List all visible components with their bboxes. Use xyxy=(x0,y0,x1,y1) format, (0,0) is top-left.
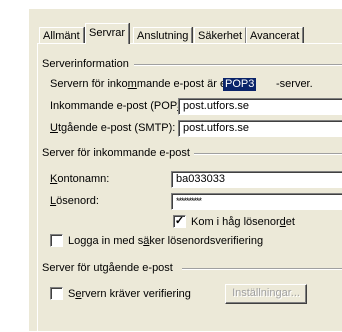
tab-servers[interactable]: Servrar xyxy=(85,23,130,44)
requires-auth-label: Servern kräver verifiering xyxy=(68,288,191,300)
tab-connection[interactable]: Anslutning xyxy=(133,27,193,44)
password-label: Lösenord: xyxy=(50,195,99,207)
tab-advanced[interactable]: Avancerat xyxy=(246,27,304,44)
settings-button[interactable]: Inställningar... xyxy=(225,284,307,304)
tab-general[interactable]: Allmänt xyxy=(39,27,84,44)
account-name-label: Kontonamn: xyxy=(50,173,110,185)
divider xyxy=(134,64,342,66)
divider xyxy=(194,153,342,155)
incoming-server-input[interactable]: post.utfors.se xyxy=(178,98,342,115)
incoming-server-label: Inkommande e-post (POP3): xyxy=(50,100,190,112)
account-properties-window: Allmänt Servrar Anslutning Säkerhet Avan… xyxy=(28,8,342,332)
remember-password-checkbox[interactable]: ✓ xyxy=(173,215,186,228)
incoming-type-value[interactable]: POP3 xyxy=(223,78,257,91)
remember-password-label: Kom i håg lösenordet xyxy=(191,216,295,228)
outgoing-section-heading: Server för utgående e-post xyxy=(42,262,173,274)
divider xyxy=(182,268,342,270)
password-input[interactable]: ********** xyxy=(171,193,342,210)
incoming-section-heading: Server för inkommande e-post xyxy=(42,147,190,159)
account-name-input[interactable]: ba033033 xyxy=(171,171,342,188)
secure-password-checkbox[interactable] xyxy=(50,234,63,247)
incoming-type-label: Servern för inkommande e-post är en xyxy=(50,78,233,90)
tab-security[interactable]: Säkerhet xyxy=(194,27,247,44)
secure-password-label: Logga in med säker lösenordsverifiering xyxy=(68,235,264,247)
server-info-heading: Serverinformation xyxy=(42,58,129,70)
requires-auth-checkbox[interactable] xyxy=(50,287,63,300)
servers-panel: Serverinformation Servern för inkommande… xyxy=(37,43,342,332)
incoming-type-suffix: -server. xyxy=(276,78,313,90)
outgoing-server-label: Utgående e-post (SMTP): xyxy=(50,122,176,134)
outgoing-server-input[interactable]: post.utfors.se xyxy=(178,120,342,137)
